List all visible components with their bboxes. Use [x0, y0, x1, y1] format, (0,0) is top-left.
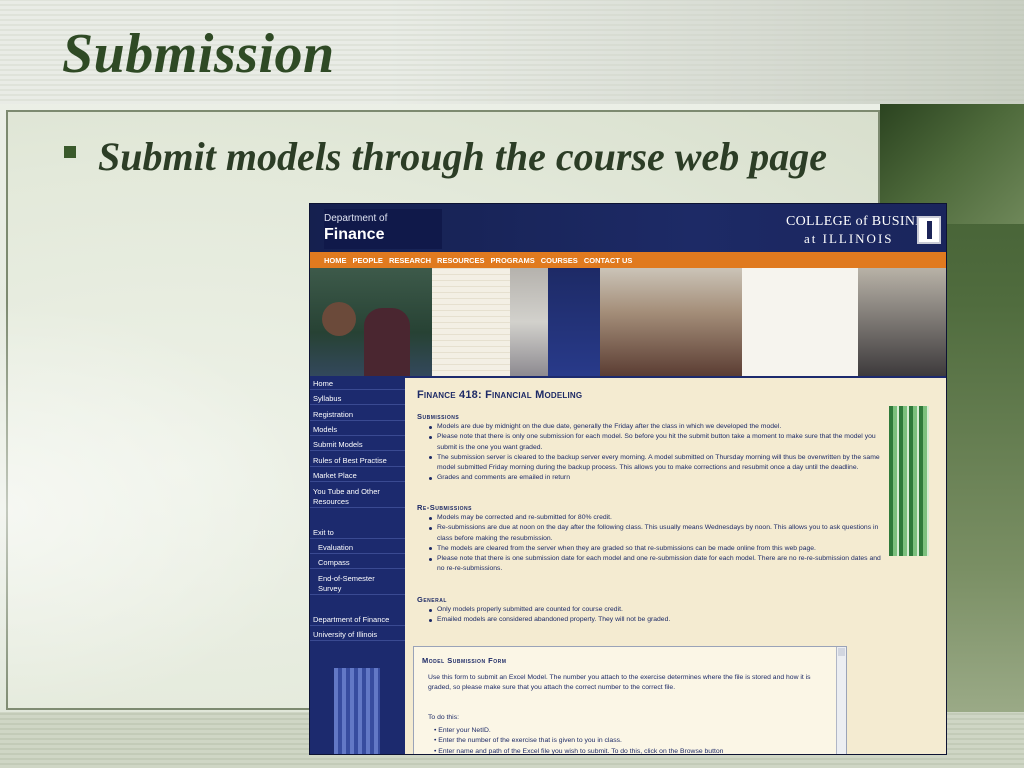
list-item: Grades and comments are emailed in retur…: [429, 473, 881, 483]
page-title: Finance 418: Financial Modeling: [417, 389, 583, 401]
site-main-content: Finance 418: Financial Modeling Submissi…: [405, 376, 946, 755]
list-item: The submission server is cleared to the …: [429, 453, 881, 474]
photo-banner: [310, 268, 946, 376]
nav-research[interactable]: RESEARCH: [389, 256, 431, 265]
sidebar-item-compass[interactable]: Compass: [310, 558, 405, 569]
form-intro: Use this form to submit an Excel Model. …: [428, 674, 811, 692]
sidebar-item-exit-to: Exit to: [310, 528, 405, 539]
nav-people[interactable]: PEOPLE: [353, 256, 383, 265]
site-sidebar: Home Syllabus Registration Models Submit…: [310, 376, 405, 754]
sidebar-item-evaluation[interactable]: Evaluation: [310, 543, 405, 554]
sidebar-item-syllabus[interactable]: Syllabus: [310, 394, 405, 405]
form-step-text: Enter name and path of the Excel file yo…: [438, 747, 724, 755]
nav-courses[interactable]: COURSES: [541, 256, 578, 265]
course-website-screenshot: Department of Finance COLLEGE of BUSINES…: [309, 203, 947, 755]
nav-programs[interactable]: PROGRAMS: [491, 256, 535, 265]
sidebar-item-survey[interactable]: End-of-Semester: [310, 574, 405, 584]
banner-photo-scatter-plot: [742, 268, 858, 376]
list-item: Models are due by midnight on the due da…: [429, 422, 881, 432]
illinois-logo-icon[interactable]: [917, 216, 941, 244]
sidebar-item-home[interactable]: Home: [310, 379, 405, 390]
banner-photo-spreadsheet: [432, 268, 510, 376]
form-step: • Enter your NetID.: [434, 727, 491, 734]
banner-photo-classroom: [310, 268, 432, 376]
general-list: Only models properly submitted are count…: [429, 605, 881, 626]
list-item: Models may be corrected and re-submitted…: [429, 513, 881, 523]
banner-photo-ticker: [548, 268, 600, 376]
college-logo-line2: at ILLINOIS: [804, 231, 894, 246]
list-item: Emailed models are considered abandoned …: [429, 615, 881, 625]
nav-contact-us[interactable]: CONTACT US: [584, 256, 633, 265]
form-step: • Enter the number of the exercise that …: [434, 737, 622, 745]
sidebar-item-models[interactable]: Models: [310, 425, 405, 436]
form-instructions-heading: To do this:: [428, 714, 459, 721]
sidebar-item-youtube[interactable]: You Tube and Other: [310, 487, 405, 497]
list-item: The models are cleared from the server w…: [429, 544, 881, 554]
site-nav: HOME PEOPLE RESEARCH RESOURCES PROGRAMS …: [310, 252, 946, 268]
green-decoration: [889, 406, 929, 556]
form-step-text: Enter the number of the exercise that is…: [438, 737, 622, 745]
submissions-list: Models are due by midnight on the due da…: [429, 422, 881, 484]
form-title: Model Submission Form: [422, 656, 507, 665]
nav-home[interactable]: HOME: [324, 256, 347, 265]
form-step-text: Enter your NetID.: [438, 727, 491, 734]
list-item: Please note that there is one submission…: [429, 554, 881, 575]
section-heading-general: General: [417, 595, 447, 604]
form-step: • Enter name and path of the Excel file …: [434, 747, 724, 755]
slide-bullet: Submit models through the course web pag…: [98, 134, 827, 179]
list-item: Only models properly submitted are count…: [429, 605, 881, 615]
form-scrollbar[interactable]: [836, 647, 846, 754]
bullet-square-icon: [64, 146, 76, 158]
form-steps: • Enter your NetID. • Enter the number o…: [434, 726, 834, 755]
section-heading-resubmissions: Re-Submissions: [417, 503, 472, 512]
list-item: Please note that there is only one submi…: [429, 432, 881, 453]
banner-photo-student: [510, 268, 548, 376]
department-logo-line1: Department of: [324, 213, 388, 224]
section-heading-submissions: Submissions: [417, 412, 460, 421]
banner-photo-students-laptops: [600, 268, 742, 376]
sidebar-item-uiuc[interactable]: University of Illinois: [310, 630, 405, 641]
sidebar-item-submit-models[interactable]: Submit Models: [310, 440, 405, 451]
sidebar-decoration: [334, 668, 380, 754]
model-submission-form: Model Submission Form Use this form to s…: [413, 646, 847, 755]
site-header: Department of Finance COLLEGE of BUSINES…: [310, 204, 946, 252]
slide-title: Submission: [62, 23, 335, 85]
sidebar-item-market-place[interactable]: Market Place: [310, 471, 405, 482]
sidebar-item-survey-line2[interactable]: Survey: [310, 584, 405, 595]
list-item: Re-submissions are due at noon on the da…: [429, 523, 881, 544]
resubmissions-list: Models may be corrected and re-submitted…: [429, 513, 881, 575]
slide-decoration: [0, 300, 320, 720]
nav-resources[interactable]: RESOURCES: [437, 256, 485, 265]
department-logo-line2: Finance: [324, 226, 385, 243]
sidebar-item-rules[interactable]: Rules of Best Practise: [310, 456, 405, 467]
sidebar-item-youtube-line2[interactable]: Resources: [310, 497, 405, 508]
banner-photo-professor: [858, 268, 946, 376]
sidebar-item-dept-finance[interactable]: Department of Finance: [310, 615, 405, 626]
sidebar-item-registration[interactable]: Registration: [310, 410, 405, 421]
